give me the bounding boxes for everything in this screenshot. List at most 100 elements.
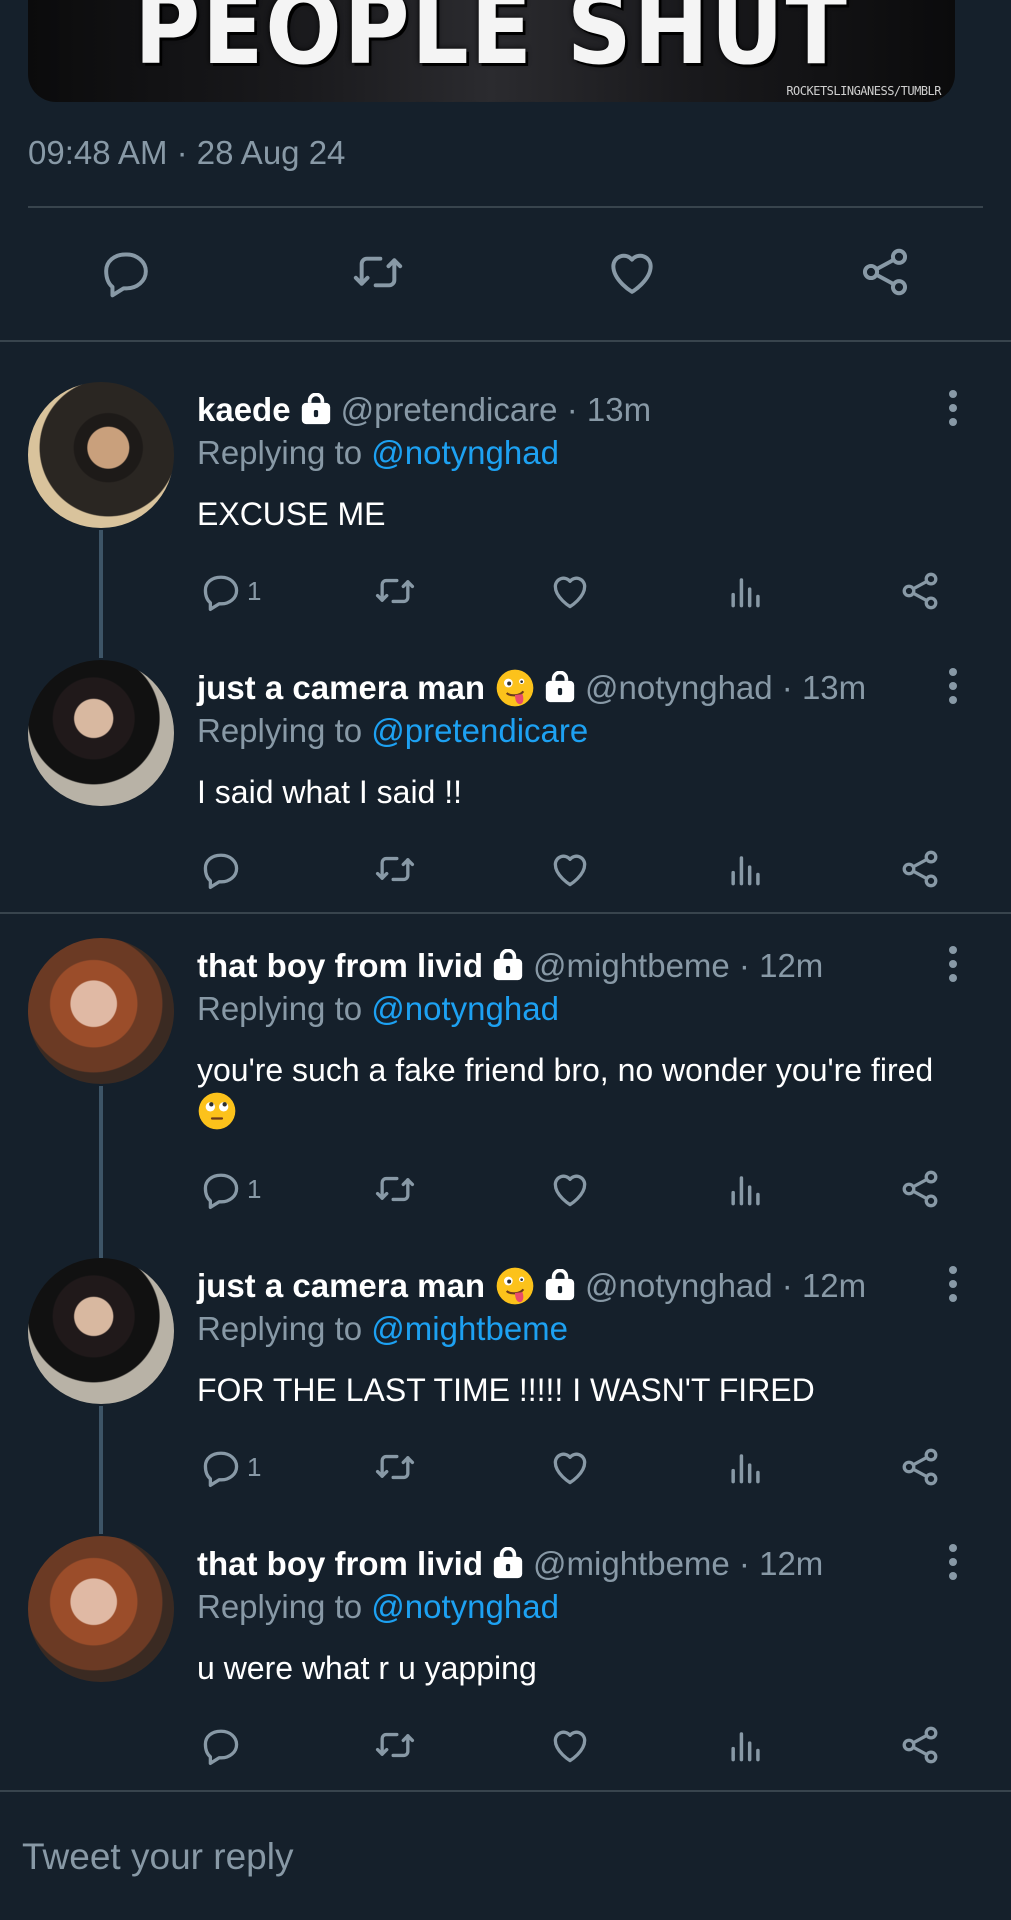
share-icon — [902, 1726, 938, 1764]
avatar[interactable] — [28, 1536, 174, 1682]
tweet-header: just a camera man @notynghad · 12m — [197, 1267, 867, 1305]
like-button[interactable] — [602, 242, 662, 302]
tweet-text: FOR THE LAST TIME !!!!! I WASN'T FIRED — [197, 1372, 815, 1408]
avatar[interactable] — [28, 660, 174, 806]
replying-to: Replying to @notynghad — [197, 990, 559, 1027]
tweet-actions — [0, 1720, 1011, 1770]
share-button[interactable] — [898, 1164, 942, 1214]
analytics-button[interactable] — [724, 1720, 768, 1770]
divider — [28, 206, 983, 208]
analytics-icon — [731, 1732, 760, 1762]
more-icon[interactable] — [943, 944, 963, 984]
like-button[interactable] — [548, 1720, 592, 1770]
mention-link[interactable]: @mightbeme — [371, 1310, 568, 1347]
like-icon — [553, 1174, 587, 1207]
more-icon[interactable] — [943, 666, 963, 706]
mention-link[interactable]: @notynghad — [371, 1588, 559, 1625]
divider — [0, 912, 1011, 914]
tweet-header: just a camera man @notynghad · 13m — [197, 668, 867, 708]
handle[interactable]: @mightbeme — [533, 947, 730, 985]
mention-link[interactable]: @pretendicare — [371, 712, 588, 749]
analytics-icon — [731, 1454, 760, 1484]
eye-roll-emoji — [197, 1091, 237, 1131]
like-icon — [553, 854, 587, 887]
retweet-button[interactable] — [373, 1720, 417, 1770]
like-button[interactable] — [548, 566, 592, 616]
retweet-button[interactable] — [348, 242, 408, 302]
tweet-header: that boy from livid @mightbeme · 12m — [197, 947, 824, 985]
more-icon[interactable] — [943, 1542, 963, 1582]
more-icon[interactable] — [943, 1264, 963, 1304]
tweet-media-image[interactable]: PEOPLE SHUT UP. ROCKETSLINGANESS/TUMBLR — [28, 0, 955, 102]
tweet-header: kaede @pretendicare · 13m — [197, 391, 652, 429]
replying-to: Replying to @notynghad — [197, 434, 559, 471]
more-icon[interactable] — [943, 388, 963, 428]
reply-count: 1 — [247, 1451, 262, 1482]
display-name[interactable]: that boy from livid — [197, 1545, 483, 1583]
reply-button[interactable] — [199, 844, 247, 894]
lock-icon — [299, 393, 333, 427]
reply-icon — [203, 575, 239, 611]
mention-link[interactable]: @notynghad — [371, 990, 559, 1027]
reply-button[interactable] — [96, 242, 156, 302]
lock-icon — [491, 949, 525, 983]
tweet-timestamp: 09:48 AM · 28 Aug 24 — [28, 134, 346, 171]
relative-time: 12m — [759, 1545, 824, 1582]
divider — [0, 340, 1011, 342]
like-button[interactable] — [548, 844, 592, 894]
display-name[interactable]: just a camera man — [197, 1267, 485, 1305]
tweet-reply-input[interactable]: Tweet your reply — [22, 1836, 293, 1878]
handle[interactable]: @pretendicare — [341, 391, 558, 429]
analytics-icon — [731, 856, 760, 886]
share-button[interactable] — [898, 566, 942, 616]
analytics-button[interactable] — [724, 1164, 768, 1214]
display-name[interactable]: just a camera man — [197, 669, 485, 707]
avatar[interactable] — [28, 382, 174, 528]
reply-button[interactable] — [199, 1720, 247, 1770]
like-button[interactable] — [548, 1442, 592, 1492]
analytics-button[interactable] — [724, 566, 768, 616]
mention-link[interactable]: @notynghad — [371, 434, 559, 471]
replying-to: Replying to @notynghad — [197, 1588, 559, 1625]
reply-button[interactable]: 1 — [199, 1164, 261, 1214]
relative-time: 13m — [801, 669, 867, 706]
retweet-button[interactable] — [373, 566, 417, 616]
avatar[interactable] — [28, 938, 174, 1084]
share-icon — [862, 248, 908, 296]
tweet-text: u were what r u yapping — [197, 1650, 537, 1686]
reply-button[interactable]: 1 — [199, 566, 261, 616]
retweet-button[interactable] — [373, 1442, 417, 1492]
display-name[interactable]: kaede — [197, 391, 291, 429]
tweet-actions — [0, 844, 1011, 894]
divider — [0, 1790, 1011, 1792]
display-name[interactable]: that boy from livid — [197, 947, 483, 985]
tweet-text: EXCUSE ME — [197, 496, 386, 532]
analytics-button[interactable] — [724, 1442, 768, 1492]
like-button[interactable] — [548, 1164, 592, 1214]
tweet-actions: 1 — [0, 1442, 1011, 1492]
relative-time: 12m — [759, 947, 824, 984]
handle[interactable]: @mightbeme — [533, 1545, 730, 1583]
analytics-button[interactable] — [724, 844, 768, 894]
zany-face-emoji — [495, 668, 535, 708]
like-icon — [553, 1452, 587, 1485]
reply-button[interactable]: 1 — [199, 1442, 261, 1492]
avatar[interactable] — [28, 1258, 174, 1404]
tweet-actions: 1 — [0, 566, 1011, 616]
reply-icon — [203, 1729, 239, 1765]
retweet-icon — [375, 578, 415, 604]
retweet-button[interactable] — [373, 844, 417, 894]
share-icon — [902, 1448, 938, 1486]
handle[interactable]: @notynghad — [585, 1267, 773, 1305]
retweet-icon — [375, 1176, 415, 1202]
handle[interactable]: @notynghad — [585, 669, 773, 707]
share-button[interactable] — [898, 844, 942, 894]
like-icon — [611, 253, 653, 294]
share-button[interactable] — [855, 242, 915, 302]
lock-icon — [491, 1547, 525, 1581]
share-icon — [902, 850, 938, 888]
retweet-button[interactable] — [373, 1164, 417, 1214]
tweet-header: that boy from livid @mightbeme · 12m — [197, 1545, 824, 1583]
share-button[interactable] — [898, 1442, 942, 1492]
share-button[interactable] — [898, 1720, 942, 1770]
